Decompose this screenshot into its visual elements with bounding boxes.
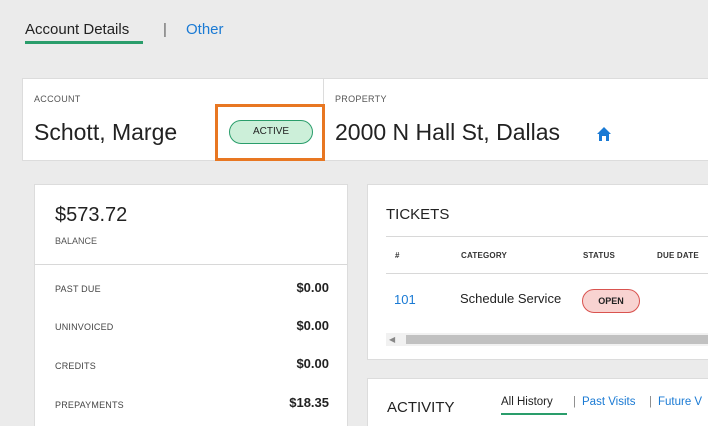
scrollbar-thumb[interactable] (406, 335, 708, 344)
active-tab-underline (25, 41, 143, 44)
balance-card: $573.72 BALANCE PAST DUE $0.00 UNINVOICE… (34, 184, 348, 426)
prepayments-label: PREPAYMENTS (55, 400, 124, 410)
tab-separator: | (573, 396, 576, 408)
status-highlight-box (215, 104, 325, 161)
prepayments-value: $18.35 (289, 395, 329, 410)
credits-value: $0.00 (296, 356, 329, 371)
property-address[interactable]: 2000 N Hall St, Dallas (335, 119, 560, 146)
scroll-left-icon[interactable]: ◀ (389, 333, 395, 346)
top-navigation: Account Details | Other (0, 0, 708, 78)
tab-separator: | (649, 396, 652, 408)
column-header-status[interactable]: STATUS (583, 251, 615, 260)
past-due-label: PAST DUE (55, 284, 101, 294)
property-header: PROPERTY 2000 N Hall St, Dallas (323, 78, 708, 161)
tickets-title: TICKETS (386, 206, 450, 223)
past-due-value: $0.00 (296, 280, 329, 295)
activity-card: ACTIVITY All History | Past Visits | Fut… (367, 378, 708, 426)
uninvoiced-value: $0.00 (296, 318, 329, 333)
divider (35, 264, 347, 265)
property-label: PROPERTY (335, 94, 387, 104)
credits-label: CREDITS (55, 361, 96, 371)
tab-past-visits[interactable]: Past Visits (582, 396, 635, 408)
tab-separator: | (163, 21, 167, 38)
uninvoiced-label: UNINVOICED (55, 322, 114, 332)
column-header-category[interactable]: CATEGORY (461, 251, 507, 260)
home-icon[interactable] (596, 126, 612, 142)
balance-amount: $573.72 (55, 204, 128, 226)
column-header-number[interactable]: # (395, 251, 400, 260)
tab-account-details[interactable]: Account Details (25, 21, 129, 38)
activity-title: ACTIVITY (387, 399, 455, 416)
account-label: ACCOUNT (34, 94, 81, 104)
active-tab-underline (501, 413, 567, 415)
ticket-number-link[interactable]: 101 (394, 292, 416, 307)
column-header-due-date[interactable]: DUE DATE (657, 251, 699, 260)
ticket-category: Schedule Service (460, 291, 562, 306)
divider (386, 236, 708, 237)
ticket-status-badge: OPEN (582, 289, 640, 313)
divider (386, 273, 708, 274)
tab-other[interactable]: Other (186, 21, 224, 38)
tickets-card: TICKETS # CATEGORY STATUS DUE DATE 101 S… (367, 184, 708, 360)
balance-label: BALANCE (55, 236, 98, 246)
account-name: Schott, Marge (34, 119, 178, 145)
tab-all-history[interactable]: All History (501, 396, 553, 408)
horizontal-scrollbar[interactable]: ◀ (386, 333, 708, 346)
tab-future-visits[interactable]: Future V (658, 396, 702, 408)
